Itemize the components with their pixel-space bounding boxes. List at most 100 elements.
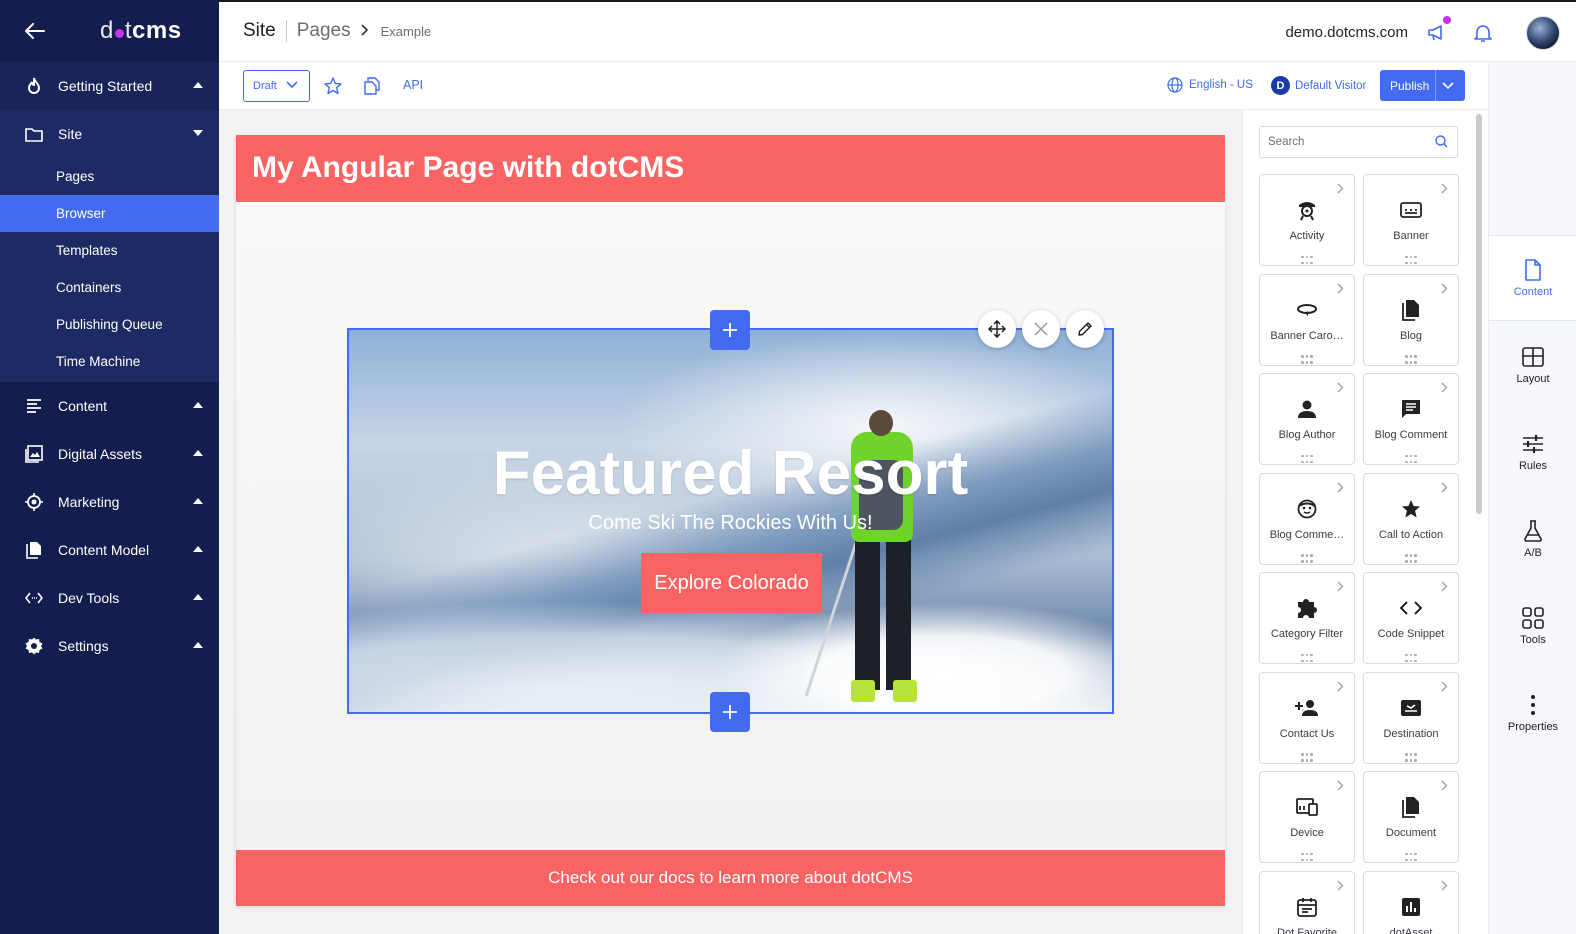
chevron-right-icon[interactable] [1441, 183, 1448, 197]
chevron-right-icon[interactable] [1337, 681, 1344, 695]
palette-card[interactable]: Category Filter [1259, 572, 1355, 664]
drag-handle-icon[interactable] [1260, 849, 1354, 861]
sidebar-group-getting-started[interactable]: Getting Started [0, 62, 219, 110]
palette-card[interactable]: Contact Us [1259, 671, 1355, 764]
palette-card-label: Contact Us [1279, 727, 1335, 740]
chevron-right-icon[interactable] [1441, 482, 1448, 496]
sidebar-group-content-model[interactable]: Content Model [0, 526, 219, 574]
bell-icon[interactable] [1472, 22, 1494, 44]
sidebar-group-dev-tools[interactable]: Dev Tools [0, 574, 219, 622]
rail-label: Content [1513, 286, 1553, 298]
drag-handle-icon[interactable] [1364, 252, 1458, 264]
sidebar-group-site[interactable]: Site [0, 110, 219, 158]
palette-card[interactable]: Device [1259, 771, 1355, 863]
hero-banner-contentlet[interactable]: Featured Resort Come Ski The Rockies Wit… [347, 328, 1114, 714]
drag-handle-icon[interactable] [1260, 551, 1354, 563]
sidebar-item-browser[interactable]: Browser [0, 195, 219, 232]
sidebar-group-settings[interactable]: Settings [0, 622, 219, 670]
footer-text[interactable]: Check out our docs to learn more about d… [548, 868, 913, 888]
palette-card[interactable]: Banner Caro… [1259, 273, 1355, 366]
palette-card[interactable]: Code Snippet [1363, 572, 1459, 664]
drag-handle-icon[interactable] [1364, 650, 1458, 662]
palette-card[interactable]: Blog Comment [1363, 373, 1459, 465]
drag-handle-icon[interactable] [1260, 451, 1354, 463]
drag-handle-icon[interactable] [1364, 551, 1458, 563]
chevron-right-icon[interactable] [1441, 780, 1448, 794]
palette-scrollbar[interactable] [1476, 114, 1482, 514]
publish-button[interactable]: Publish [1380, 70, 1465, 101]
rail-tab-content[interactable]: Content [1489, 235, 1576, 321]
chevron-right-icon[interactable] [1337, 482, 1344, 496]
calendar-icon [1260, 896, 1354, 918]
chevron-right-icon[interactable] [1441, 880, 1448, 894]
chevron-down-icon [286, 80, 298, 92]
add-person-icon [1260, 697, 1354, 719]
move-contentlet-button[interactable] [978, 310, 1016, 348]
palette-card[interactable]: Call to Action [1363, 472, 1459, 565]
drag-handle-icon[interactable] [1364, 352, 1458, 364]
page-header-band: My Angular Page with dotCMS [236, 135, 1225, 202]
site-host-selector[interactable]: demo.dotcms.com [1285, 24, 1408, 41]
rail-tab-layout[interactable]: Layout [1489, 322, 1576, 408]
drag-handle-icon[interactable] [1364, 750, 1458, 762]
rail-tab-properties[interactable]: Properties [1489, 670, 1576, 756]
sidebar-group-digital-assets[interactable]: Digital Assets [0, 430, 219, 478]
chevron-down-icon[interactable] [1442, 79, 1454, 93]
sidebar-group-content[interactable]: Content [0, 382, 219, 430]
persona-selector[interactable]: D Default Visitor [1271, 76, 1366, 95]
star-favorite-icon[interactable] [323, 76, 343, 96]
palette-card[interactable]: Blog [1363, 273, 1459, 366]
palette-card[interactable]: dotAsset [1363, 870, 1459, 934]
sidebar-group-label: Marketing [58, 494, 120, 510]
edit-contentlet-button[interactable] [1066, 310, 1104, 348]
chevron-right-icon[interactable] [1441, 382, 1448, 396]
remove-contentlet-button[interactable] [1022, 310, 1060, 348]
copy-url-icon[interactable] [362, 76, 382, 96]
explore-button[interactable]: Explore Colorado [641, 553, 822, 613]
sidebar-item-time-machine[interactable]: Time Machine [0, 343, 219, 380]
sidebar-group-marketing[interactable]: Marketing [0, 478, 219, 526]
megaphone-icon[interactable] [1426, 16, 1451, 44]
sidebar-item-publishing-queue[interactable]: Publishing Queue [0, 306, 219, 343]
chevron-right-icon[interactable] [1441, 681, 1448, 695]
rail-tab-ab[interactable]: A/B [1489, 496, 1576, 582]
drag-handle-icon[interactable] [1260, 352, 1354, 364]
drag-handle-icon[interactable] [1260, 252, 1354, 264]
sidebar-item-templates[interactable]: Templates [0, 232, 219, 269]
breadcrumb-site[interactable]: Site [243, 20, 276, 42]
drag-handle-icon[interactable] [1260, 650, 1354, 662]
sidebar-item-pages[interactable]: Pages [0, 158, 219, 195]
language-selector[interactable]: English - US [1167, 77, 1253, 93]
chevron-right-icon[interactable] [1441, 283, 1448, 297]
palette-card[interactable]: Blog Comme… [1259, 472, 1355, 565]
chevron-right-icon[interactable] [1337, 382, 1344, 396]
chevron-right-icon[interactable] [1441, 581, 1448, 595]
user-avatar[interactable] [1526, 16, 1560, 50]
chevron-right-icon[interactable] [1337, 581, 1344, 595]
palette-card[interactable]: Banner [1363, 174, 1459, 266]
palette-card-label: Category Filter [1270, 628, 1344, 640]
add-content-below-button[interactable] [710, 692, 750, 732]
drag-handle-icon[interactable] [1364, 849, 1458, 861]
palette-card[interactable]: Blog Author [1259, 373, 1355, 465]
sidebar-item-containers[interactable]: Containers [0, 269, 219, 306]
rail-tab-rules[interactable]: Rules [1489, 409, 1576, 495]
drag-handle-icon[interactable] [1260, 750, 1354, 762]
drag-handle-icon[interactable] [1364, 451, 1458, 463]
page-state-dropdown[interactable]: Draft [243, 70, 310, 102]
palette-card[interactable]: Activity [1259, 174, 1355, 266]
palette-card[interactable]: Document [1363, 771, 1459, 863]
add-content-above-button[interactable] [710, 310, 750, 350]
palette-card[interactable]: Dot Favorite [1259, 870, 1355, 934]
api-link[interactable]: API [403, 78, 423, 92]
code-icon [1364, 597, 1458, 619]
palette-search-input[interactable]: Search [1259, 126, 1458, 158]
chevron-right-icon[interactable] [1337, 880, 1344, 894]
chevron-right-icon[interactable] [1337, 283, 1344, 297]
breadcrumb-pages[interactable]: Pages [297, 20, 351, 42]
chevron-right-icon[interactable] [1337, 183, 1344, 197]
back-arrow-icon[interactable] [24, 20, 46, 42]
rail-tab-tools[interactable]: Tools [1489, 583, 1576, 669]
palette-card[interactable]: Destination [1363, 671, 1459, 764]
chevron-right-icon[interactable] [1337, 780, 1344, 794]
